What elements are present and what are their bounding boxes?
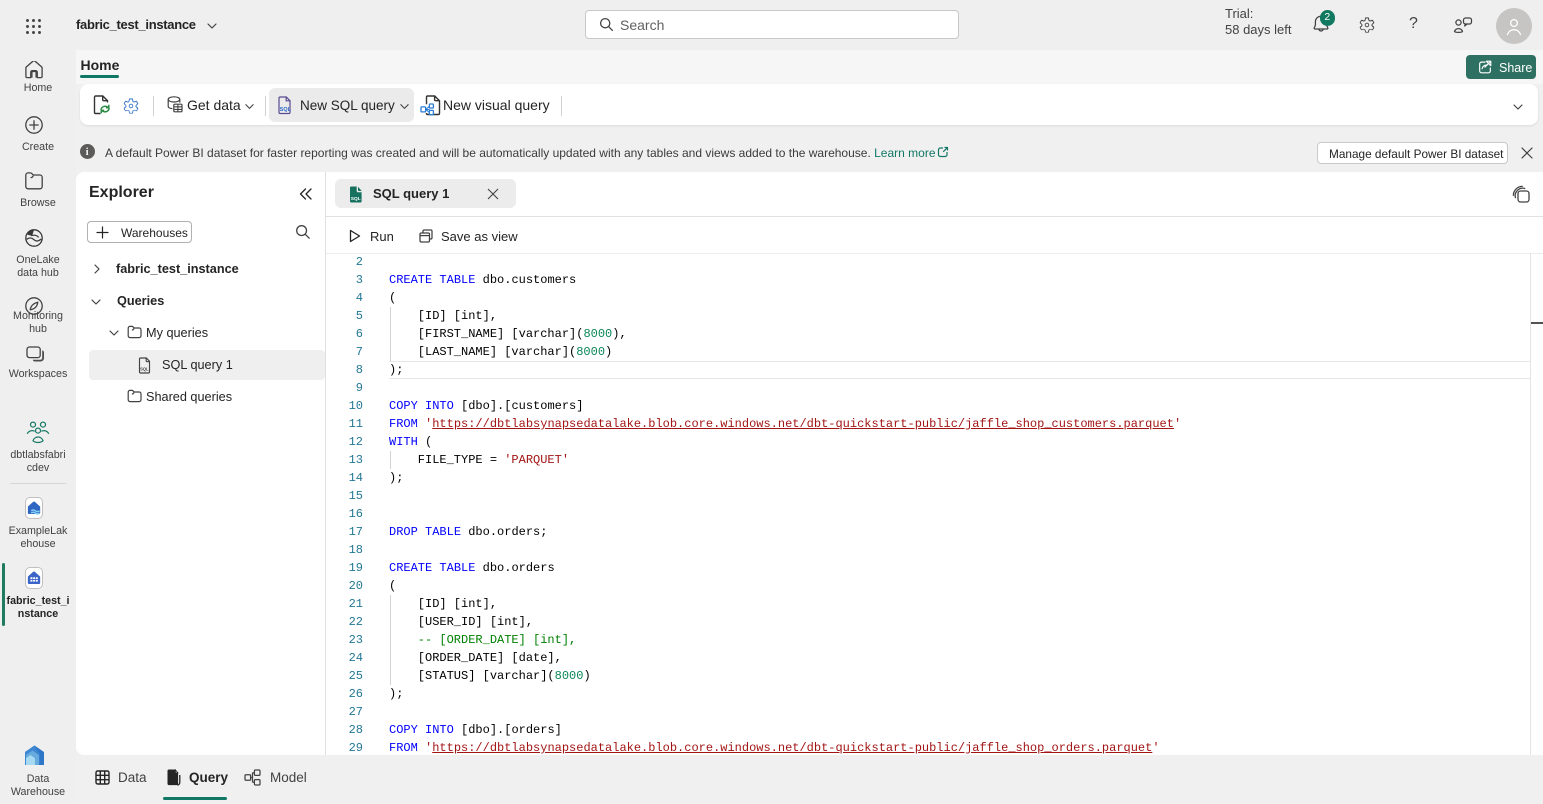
svg-text:SQL: SQL — [351, 196, 361, 202]
svg-text:SQL: SQL — [280, 107, 292, 113]
svg-text:SQL: SQL — [140, 366, 149, 371]
